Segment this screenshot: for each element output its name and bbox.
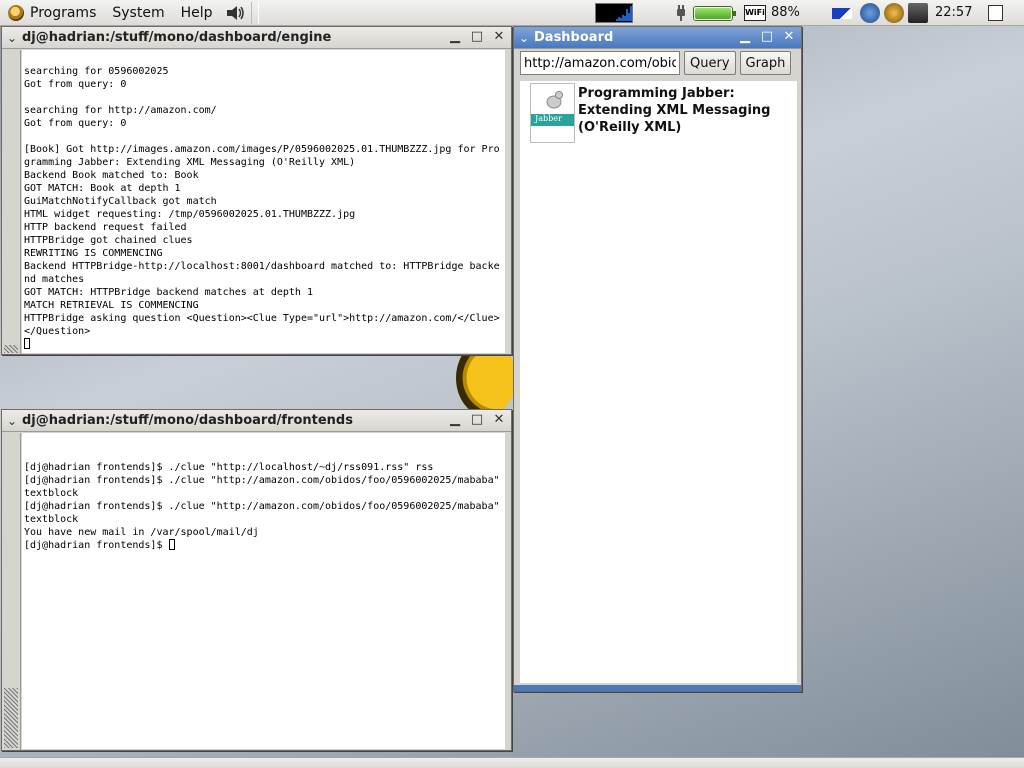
system-menu[interactable]: System — [104, 0, 172, 26]
shell-prompt: [dj@hadrian frontends]$ — [24, 540, 169, 551]
keyboard-layout-flag-icon[interactable] — [832, 8, 852, 19]
power-plug-icon[interactable] — [673, 4, 689, 22]
show-desktop-icon[interactable] — [988, 5, 1003, 21]
terminal-gutter — [3, 50, 21, 354]
terminal-line: GuiMatchNotifyCallback got match — [24, 196, 217, 207]
cpu-load-monitor[interactable] — [595, 3, 633, 23]
terminal-line: HTML widget requesting: /tmp/0596002025.… — [24, 209, 356, 220]
bird-icon — [546, 91, 563, 109]
terminal-line: GOT MATCH: Book at depth 1 — [24, 183, 181, 194]
dashboard-window-title: Dashboard — [534, 30, 614, 45]
dashboard-toolbar: Query Graph — [520, 51, 792, 75]
maximize-button[interactable]: □ — [467, 28, 487, 47]
disk-applet-icon[interactable] — [908, 3, 928, 23]
book-title-link[interactable]: Programming Jabber: Extending XML Messag… — [578, 85, 788, 136]
window-menu-icon[interactable]: ⌄ — [2, 31, 22, 45]
resize-grip[interactable] — [4, 345, 18, 353]
maximize-button[interactable]: □ — [757, 28, 777, 47]
wifi-signal-percent: 88% — [771, 5, 800, 20]
book-cover-image[interactable]: Jabber — [530, 83, 575, 143]
resize-grip[interactable] — [4, 688, 18, 748]
close-button[interactable]: ✕ — [489, 28, 509, 47]
cpu-load-bar — [630, 6, 632, 21]
terminal-line: Got from query: 0 — [24, 118, 127, 129]
minimize-button[interactable]: ▁ — [445, 411, 465, 430]
terminal-cursor — [168, 539, 175, 550]
maximize-button[interactable]: □ — [467, 411, 487, 430]
terminal-line: searching for http://amazon.com/ — [24, 105, 217, 116]
bottom-panel — [0, 757, 1024, 768]
terminal-line: You have new mail in /var/spool/mail/dj — [24, 527, 259, 538]
minimize-button[interactable]: ▁ — [445, 28, 465, 47]
window-menu-icon[interactable]: ⌄ — [514, 31, 534, 45]
cover-word: Jabber — [535, 114, 562, 123]
programs-menu[interactable]: Programs — [0, 0, 104, 26]
terminal-line: searching for 0596002025 — [24, 66, 169, 77]
battery-indicator[interactable] — [693, 6, 736, 21]
terminal-line: GOT MATCH: HTTPBridge backend matches at… — [24, 287, 313, 298]
system-menu-label: System — [112, 4, 165, 21]
terminal-line: MATCH RETRIEVAL IS COMMENCING — [24, 300, 199, 311]
terminal-line: Backend Book matched to: Book — [24, 170, 199, 181]
top-panel: Programs System Help WiFi 88% 22:57 — [0, 0, 1024, 26]
volume-speaker-icon[interactable] — [225, 3, 247, 23]
terminal-line: HTTP backend request failed — [24, 222, 187, 233]
programs-menu-label: Programs — [30, 4, 97, 21]
terminal-line: REWRITING IS COMMENCING — [24, 248, 163, 259]
terminal-scrollbar[interactable] — [505, 433, 511, 750]
terminal-line: HTTPBridge got chained clues — [24, 235, 193, 246]
frontends-titlebar[interactable]: ⌄ dj@hadrian:/stuff/mono/dashboard/front… — [2, 410, 511, 432]
terminal-line: [dj@hadrian frontends]$ ./clue "http://l… — [24, 462, 434, 473]
engine-window-title: dj@hadrian:/stuff/mono/dashboard/engine — [22, 30, 332, 45]
terminal-line: Got from query: 0 — [24, 79, 127, 90]
engine-terminal-output[interactable]: searching for 0596002025 Got from query: … — [22, 50, 505, 353]
clock[interactable]: 22:57 — [935, 5, 972, 20]
dashboard-window: ⌄ Dashboard ▁ □ ✕ Query Graph Jabber Pro… — [513, 26, 802, 692]
frontends-terminal-window: ⌄ dj@hadrian:/stuff/mono/dashboard/front… — [1, 409, 512, 751]
terminal-line: Backend HTTPBridge-http://localhost:8001… — [24, 261, 500, 285]
help-menu[interactable]: Help — [173, 0, 221, 26]
terminal-scrollbar[interactable] — [505, 50, 511, 354]
gnome-applet-icon[interactable] — [884, 3, 904, 23]
window-menu-icon[interactable]: ⌄ — [2, 414, 22, 428]
gnome-foot-icon — [8, 4, 24, 21]
dashboard-results: Jabber Programming Jabber: Extending XML… — [520, 81, 797, 683]
close-button[interactable]: ✕ — [489, 411, 509, 430]
minimize-button[interactable]: ▁ — [735, 28, 755, 47]
battery-level-fill — [695, 8, 731, 19]
terminal-line: [dj@hadrian frontends]$ ./clue "http://a… — [24, 475, 500, 499]
network-globe-icon[interactable] — [860, 3, 880, 23]
engine-terminal-window: ⌄ dj@hadrian:/stuff/mono/dashboard/engin… — [1, 26, 512, 355]
graph-button[interactable]: Graph — [739, 51, 792, 75]
frontends-window-title: dj@hadrian:/stuff/mono/dashboard/fronten… — [22, 413, 353, 428]
terminal-line: HTTPBridge asking question <Question><Cl… — [24, 313, 500, 337]
panel-handle[interactable] — [250, 1, 259, 24]
help-menu-label: Help — [180, 4, 213, 21]
terminal-cursor — [24, 338, 30, 349]
url-input[interactable] — [520, 51, 680, 75]
terminal-line: [dj@hadrian frontends]$ ./clue "http://a… — [24, 501, 500, 525]
close-button[interactable]: ✕ — [779, 28, 799, 47]
wifi-icon[interactable]: WiFi — [744, 5, 766, 21]
terminal-line: [Book] Got http://images.amazon.com/imag… — [24, 144, 500, 168]
query-button[interactable]: Query — [684, 51, 736, 75]
engine-titlebar[interactable]: ⌄ dj@hadrian:/stuff/mono/dashboard/engin… — [2, 27, 511, 49]
dashboard-bottom-edge — [514, 685, 801, 691]
frontends-terminal-output[interactable]: [dj@hadrian frontends]$ ./clue "http://l… — [22, 433, 505, 749]
dashboard-titlebar[interactable]: ⌄ Dashboard ▁ □ ✕ — [514, 27, 801, 49]
